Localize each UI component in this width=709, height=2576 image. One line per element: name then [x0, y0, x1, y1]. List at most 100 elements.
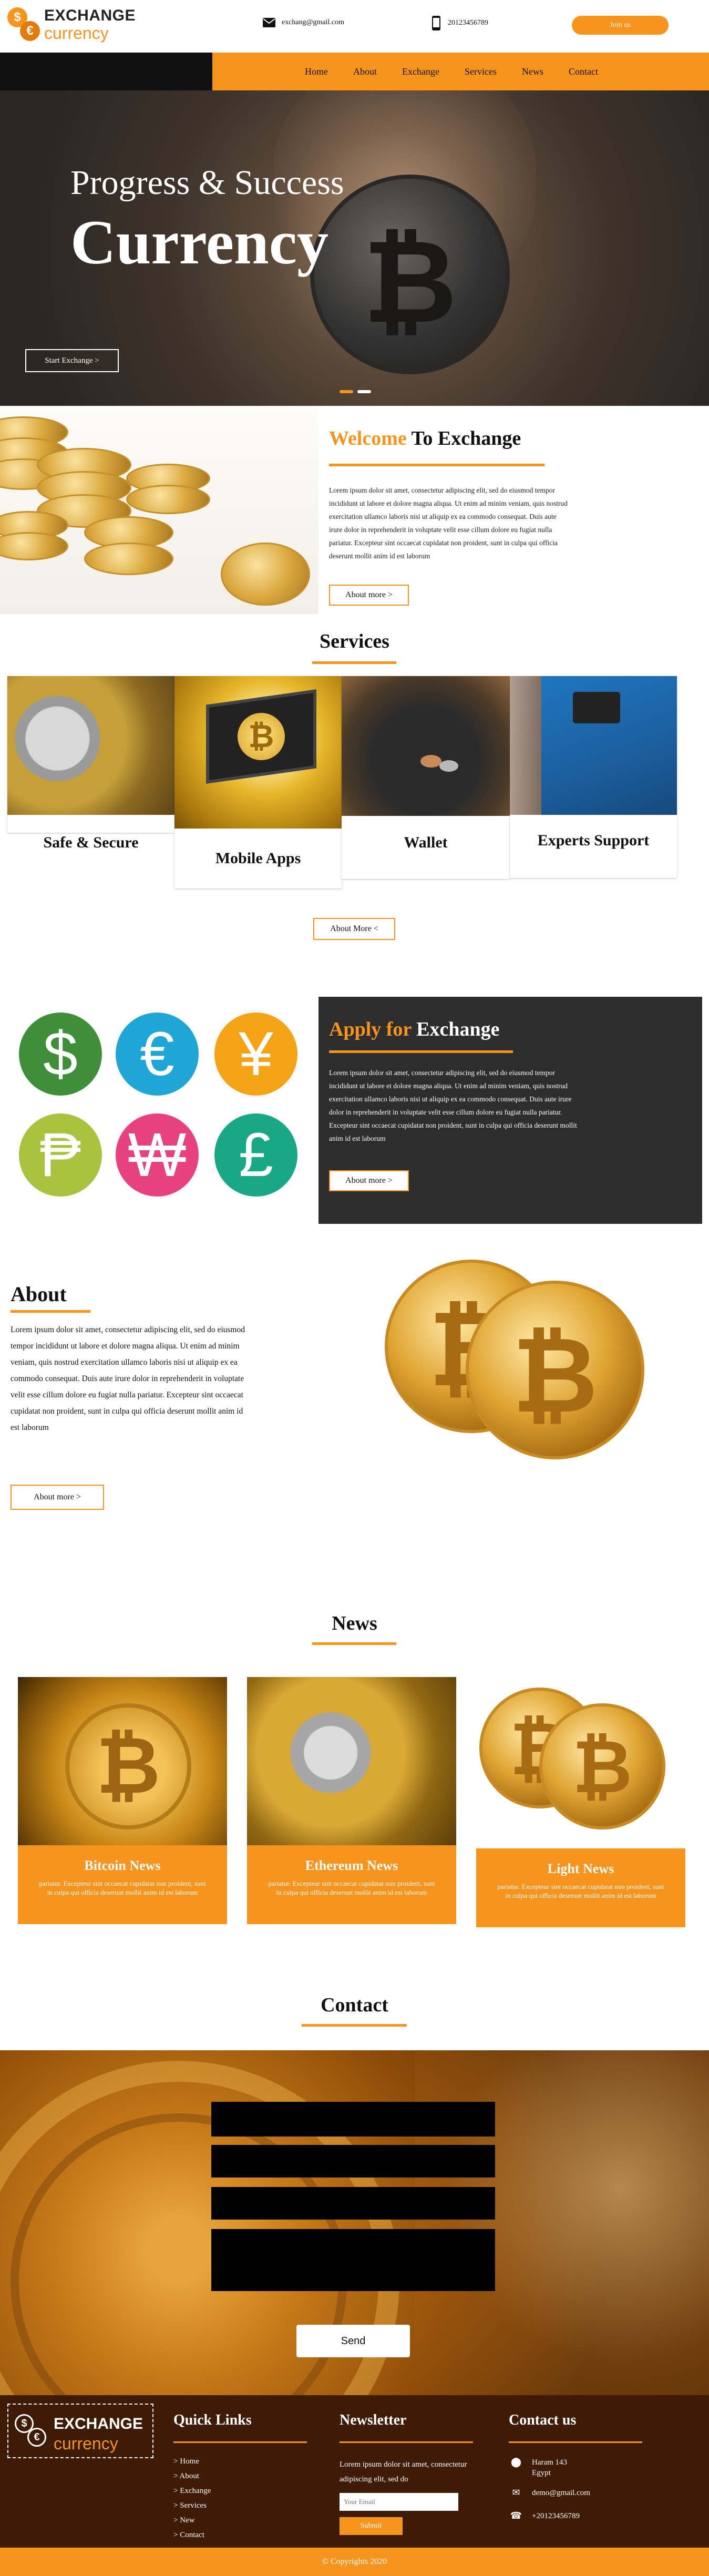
news-card-light[interactable]: ₿ ₿ Light News pariatur. Excepteur sint …	[476, 1677, 685, 1927]
news-section: News ₿ Bitcoin News pariatur. Excepteur …	[0, 1596, 709, 1966]
footer-address-line1: Haram 143	[532, 2458, 568, 2467]
newsletter-email-input[interactable]	[340, 2493, 458, 2511]
slider-dots	[340, 390, 371, 393]
footer-email-text: demo@gmail.com	[532, 2489, 590, 2497]
news-light-image: ₿ ₿	[476, 1677, 685, 1845]
services-title: Services	[320, 630, 389, 652]
news-card-title: Light News	[547, 1861, 614, 1876]
header-phone[interactable]: 20123456789	[432, 16, 488, 30]
slider-dot-1[interactable]	[340, 390, 353, 393]
news-card-body: Light News pariatur. Excepteur sint occa…	[476, 1848, 685, 1927]
news-card-text: pariatur. Excepteur sint occaecat cupida…	[497, 1883, 664, 1899]
footer-contact-title: Contact us	[509, 2412, 577, 2428]
apply-panel: Apply for Exchange Lorem ipsum dolor sit…	[318, 997, 702, 1224]
yen-icon: ¥	[214, 1013, 297, 1096]
footer-phone-text: +20123456789	[532, 2512, 580, 2520]
service-card-safe[interactable]: Safe & Secure	[7, 676, 174, 851]
send-button[interactable]: Send	[296, 2325, 410, 2357]
contact-header: Contact	[0, 1966, 709, 2050]
logo-coins-icon: $ €	[7, 7, 42, 42]
nav-item-home[interactable]: Home	[305, 66, 328, 77]
nav-dark-block	[0, 53, 212, 90]
hero-subtitle: Progress & Success	[70, 163, 344, 202]
news-card-title: Bitcoin News	[84, 1858, 161, 1873]
footer-link-home[interactable]: > Home	[173, 2454, 211, 2469]
footer-newsletter-title: Newsletter	[340, 2412, 407, 2428]
logo-line2: currency	[44, 24, 109, 43]
contact-name-input[interactable]	[211, 2102, 495, 2137]
pound-icon: £	[214, 1113, 297, 1197]
newsletter-submit-button[interactable]: Submit	[340, 2517, 403, 2535]
news-card-body: Bitcoin News pariatur. Excepteur sint oc…	[18, 1845, 227, 1924]
news-title: News	[332, 1612, 377, 1634]
about-more-button[interactable]: About more >	[11, 1485, 104, 1510]
footer-phone[interactable]: ☎ +20123456789	[509, 2511, 580, 2521]
about-text: Lorem ipsum dolor sit amet, consectetur …	[11, 1325, 245, 1432]
services-underline	[312, 661, 396, 664]
contact-underline	[302, 2024, 407, 2027]
apply-title: Apply for Exchange	[329, 1018, 500, 1040]
news-card-ethereum[interactable]: Ethereum News pariatur. Excepteur sint o…	[247, 1677, 456, 1924]
news-card-body: Ethereum News pariatur. Excepteur sint o…	[247, 1845, 456, 1924]
hero-banner: ₿ Progress & Success Currency Start Exch…	[0, 90, 709, 406]
start-exchange-button[interactable]: Start Exchange >	[25, 349, 119, 372]
envelope-icon: ✉	[512, 2487, 520, 2498]
nav-item-about[interactable]: About	[353, 66, 377, 77]
wallet-image	[342, 676, 510, 816]
header-email[interactable]: exchang@gmail.com	[263, 18, 344, 27]
services-about-more-button[interactable]: About More <	[313, 918, 395, 940]
dollar-icon: $	[19, 1013, 102, 1096]
news-card-title: Ethereum News	[305, 1858, 398, 1873]
nav-item-contact[interactable]: Contact	[569, 66, 598, 77]
footer-email[interactable]: ✉ demo@gmail.com	[509, 2488, 590, 2498]
envelope-icon	[263, 18, 275, 27]
nav-item-exchange[interactable]: Exchange	[402, 66, 439, 77]
phone-icon	[432, 16, 440, 30]
service-card-mobile[interactable]: ₿ Mobile Apps	[174, 676, 342, 888]
contact-email-input[interactable]	[211, 2145, 495, 2178]
footer-address: ⬤ Haram 143 Egypt	[509, 2457, 567, 2478]
hero-title: Currency	[70, 207, 329, 277]
footer-link-exchange[interactable]: > Exchange	[173, 2483, 211, 2498]
service-card-label: Mobile Apps	[215, 850, 301, 867]
phone-icon: ☎	[510, 2510, 522, 2521]
main-nav: Home About Exchange Services News Contac…	[0, 53, 709, 90]
logo[interactable]: $ € EXCHANGE currency	[7, 7, 136, 42]
footer-quick-links-underline	[173, 2441, 307, 2443]
contact-subject-input[interactable]	[211, 2187, 495, 2220]
footer-newsletter-underline	[340, 2441, 473, 2443]
contact-message-textarea[interactable]	[211, 2229, 495, 2291]
copyright-bar: © Copyrights 2020	[0, 2548, 709, 2576]
join-us-button[interactable]: Join us	[572, 16, 669, 35]
nav-item-services[interactable]: Services	[465, 66, 497, 77]
service-card-wallet[interactable]: Wallet	[342, 676, 510, 879]
welcome-about-more-button[interactable]: About more >	[329, 585, 409, 606]
services-section: Services Safe & Secure ₿ Mobile Apps Wal…	[0, 614, 709, 997]
welcome-underline	[329, 464, 544, 466]
contact-section: Send	[0, 2050, 709, 2395]
footer-link-new[interactable]: > New	[173, 2513, 211, 2528]
service-card-experts[interactable]: Experts Support	[510, 676, 677, 878]
footer-contact-underline	[509, 2441, 642, 2443]
footer-address-line2: Egypt	[532, 2469, 551, 2477]
footer-quick-links-title: Quick Links	[173, 2412, 252, 2428]
nav-item-news[interactable]: News	[522, 66, 543, 77]
service-card-label: Safe & Secure	[43, 834, 139, 851]
jeans-pocket-image	[510, 676, 677, 815]
footer-logo-line2: currency	[54, 2434, 118, 2453]
peso-icon: ₱	[19, 1113, 102, 1197]
apply-about-more-button[interactable]: About more >	[329, 1170, 409, 1191]
bitcoin-coin-front-image: ₿	[466, 1281, 644, 1459]
footer-link-about[interactable]: > About	[173, 2469, 211, 2483]
news-card-text: pariatur. Excepteur sint occaecat cupida…	[39, 1879, 206, 1896]
footer-link-services[interactable]: > Services	[173, 2498, 211, 2513]
footer-logo[interactable]: $ € EXCHANGE currency	[7, 2404, 153, 2458]
footer-link-contact[interactable]: > Contact	[173, 2528, 211, 2542]
news-card-bitcoin[interactable]: ₿ Bitcoin News pariatur. Excepteur sint …	[18, 1677, 227, 1924]
footer-quick-links: > Home > About > Exchange > Services > N…	[173, 2454, 211, 2542]
location-pin-icon: ⬤	[510, 2457, 522, 2468]
news-bitcoin-image: ₿	[18, 1677, 227, 1845]
header-phone-text: 20123456789	[448, 19, 488, 27]
slider-dot-2[interactable]	[357, 390, 371, 393]
news-underline	[312, 1642, 396, 1645]
